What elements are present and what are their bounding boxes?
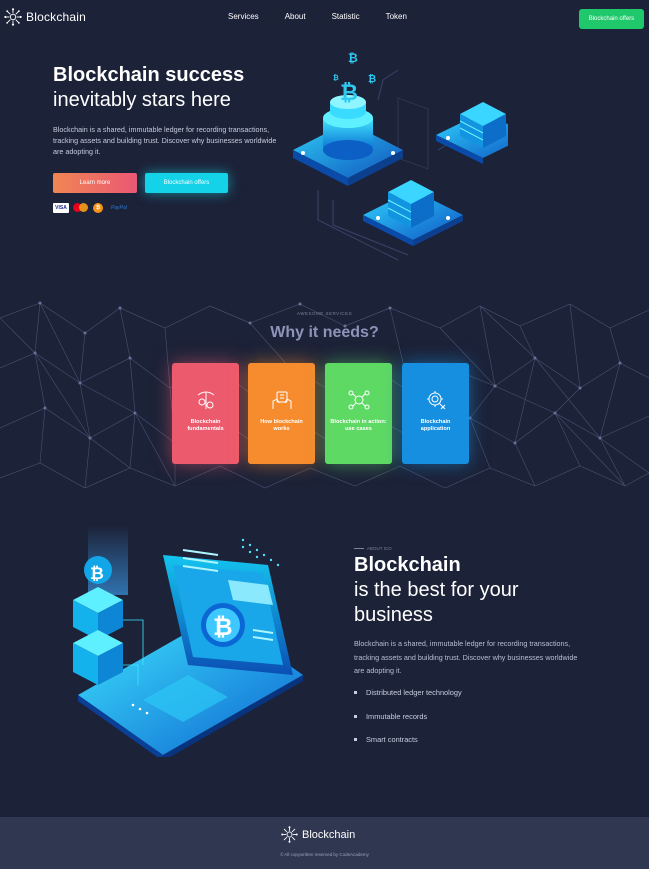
about-eyebrow: ABOUT ICO: [354, 546, 392, 551]
nav-link-token[interactable]: Token: [386, 12, 407, 21]
page-footer: Blockchain © All copywritten reserved by…: [0, 817, 649, 869]
nav-link-statistic[interactable]: Statistic: [332, 12, 360, 21]
svg-text:₿: ₿: [213, 613, 233, 641]
service-card-label: How blockchain works: [260, 419, 303, 432]
brand-name: Blockchain: [26, 10, 87, 24]
top-navbar: Blockchain Services About Statistic Toke…: [0, 0, 649, 36]
blockchain-offers-nav-button[interactable]: Blockchain offers: [579, 9, 644, 29]
mining-icon: [197, 391, 214, 409]
about-title: Blockchain: [354, 554, 461, 576]
laptop-bitcoin-illustration: ₿ ₿: [73, 525, 303, 757]
hands-icon: [272, 391, 291, 409]
nav-link-about[interactable]: About: [285, 12, 306, 21]
gear-coin-icon: [426, 391, 445, 410]
about-description: Blockchain is a shared, immutable ledger…: [354, 639, 578, 675]
svg-text:₿: ₿: [348, 51, 358, 65]
logo-icon: [4, 8, 22, 26]
mastercard-icon: [73, 203, 89, 213]
service-card-label: Blockchain application: [420, 419, 451, 432]
about-eyebrow-text: ABOUT ICO: [367, 546, 392, 551]
footer-brand-name: Blockchain: [302, 828, 356, 841]
service-card-label: Blockchain fundamentals: [187, 419, 224, 432]
about-title-line-2: business: [354, 604, 433, 626]
brand-logo[interactable]: Blockchain: [4, 8, 86, 26]
service-card-fundamentals[interactable]: Blockchain fundamentals: [172, 363, 239, 464]
learn-more-button[interactable]: Learn more: [53, 173, 137, 193]
services-eyebrow: AWESOME SERVICES: [296, 311, 353, 316]
copyright-text: © All copywritten reserved by CodeAcadem…: [280, 852, 369, 857]
feature-list: Distributed ledger technology Immutable …: [354, 688, 462, 759]
svg-text:₿: ₿: [368, 73, 376, 85]
bitcoin-icon: ₿: [93, 203, 103, 213]
feature-item: Smart contracts: [354, 735, 462, 759]
svg-text:₿: ₿: [340, 81, 358, 106]
footer-brand-logo[interactable]: Blockchain: [281, 826, 355, 843]
service-card-use-cases[interactable]: Blockchain in action: use cases: [325, 363, 392, 464]
feature-item: Distributed ledger technology: [354, 688, 462, 712]
payment-methods: VISA ₿ PayPal: [53, 203, 127, 213]
main-menu: Services About Statistic Token: [228, 12, 433, 21]
hero-title: Blockchain success: [53, 64, 245, 86]
feature-item: Immutable records: [354, 712, 462, 736]
service-card-application[interactable]: Blockchain application: [402, 363, 469, 464]
hero-description: Blockchain is a shared, immutable ledger…: [53, 125, 277, 156]
logo-icon: [281, 826, 298, 843]
service-card-how-it-works[interactable]: How blockchain works: [248, 363, 315, 464]
paypal-icon: PayPal: [111, 205, 127, 211]
eyebrow-line: [354, 548, 364, 549]
blockchain-servers-illustration: ₿ ₿ ₿ ₿: [293, 51, 508, 261]
visa-icon: VISA: [53, 203, 69, 213]
service-card-label: Blockchain in action: use cases: [330, 419, 387, 432]
network-icon: [348, 390, 369, 410]
svg-text:₿: ₿: [333, 74, 339, 82]
blockchain-offers-button[interactable]: Blockchain offers: [145, 173, 228, 193]
hero-subtitle: inevitably stars here: [53, 89, 231, 111]
nav-link-services[interactable]: Services: [228, 12, 259, 21]
services-title: Why it needs?: [270, 324, 379, 341]
svg-text:₿: ₿: [90, 564, 104, 584]
about-title-line-1: is the best for your: [354, 579, 519, 601]
